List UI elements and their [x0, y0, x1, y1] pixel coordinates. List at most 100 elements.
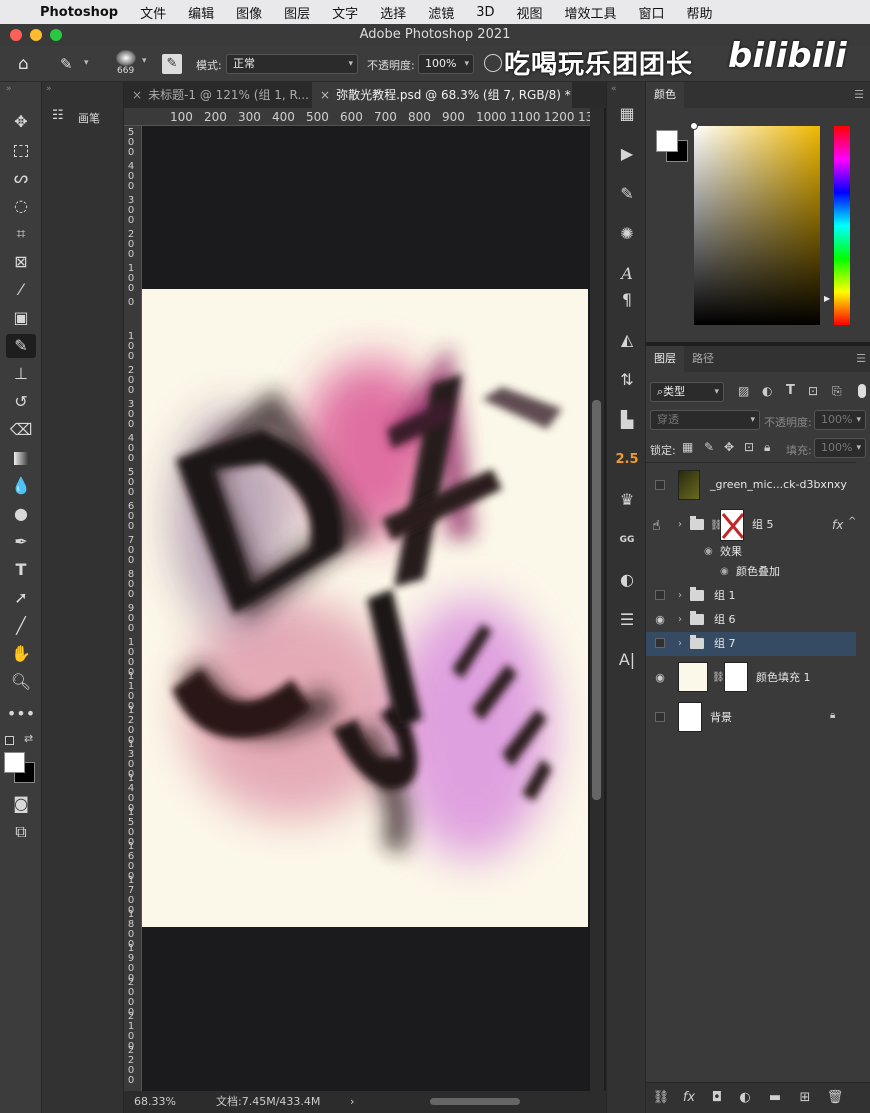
menu-layer[interactable]: 图层 — [284, 3, 310, 22]
filter-pixel-icon[interactable]: ▨ — [738, 384, 749, 398]
menu-select[interactable]: 选择 — [380, 3, 406, 22]
tab-close-icon[interactable]: × — [320, 88, 330, 102]
menu-image[interactable]: 图像 — [236, 3, 262, 22]
zoom-window-button[interactable] — [50, 29, 62, 41]
character-panel-icon[interactable]: A — [615, 262, 639, 286]
layer-row-color-overlay[interactable]: ◉ 颜色叠加 — [646, 560, 856, 584]
expand-chevron-icon[interactable]: › — [678, 608, 682, 632]
filter-adjustment-icon[interactable]: ◐ — [762, 384, 772, 398]
link-icon[interactable]: ⛓ — [712, 672, 725, 683]
lock-image-icon[interactable]: ✎ — [704, 440, 714, 454]
adjustments-panel-icon[interactable]: ◐ — [615, 568, 639, 592]
add-fx-icon[interactable]: fx — [680, 1089, 698, 1107]
foreground-color-swatch[interactable] — [4, 752, 25, 773]
history-brush-tool-icon[interactable]: ↺ — [6, 390, 36, 414]
histogram-panel-icon[interactable]: ♛ — [615, 488, 639, 512]
brush-preset-picker[interactable]: ✎ ▾ — [56, 52, 96, 76]
filter-shape-icon[interactable]: ⊡ — [808, 384, 818, 398]
layer-row-background[interactable]: 背景 🔒︎ — [646, 700, 856, 736]
hue-slider-handle[interactable]: ▶ — [824, 294, 830, 303]
expand-chevron-icon[interactable]: › — [678, 513, 682, 537]
panel-menu-icon[interactable]: ☰ — [854, 88, 864, 101]
stamp-tool-icon[interactable]: ⊥ — [6, 362, 36, 386]
tab-color[interactable]: 颜色 — [646, 82, 684, 108]
pressure-opacity-icon[interactable] — [484, 54, 502, 72]
color-picker-handle[interactable] — [690, 122, 698, 130]
visibility-toggle[interactable] — [655, 480, 665, 490]
menu-app-name[interactable]: Photoshop — [40, 5, 118, 20]
menu-filter[interactable]: 滤镜 — [428, 3, 454, 22]
marquee-tool-icon[interactable] — [6, 138, 36, 162]
tab-untitled[interactable]: × 未标题-1 @ 121% (组 1, R... — [124, 82, 310, 108]
zoom-level[interactable]: 68.33% — [134, 1091, 176, 1113]
layer-row-group-5[interactable]: ☝ › ⛓ 组 5 fx ^ — [646, 508, 856, 542]
brush-settings-icon[interactable]: ✎ — [162, 54, 182, 74]
lock-position-icon[interactable]: ✥ — [724, 440, 734, 454]
gg-panel-icon[interactable]: GG — [615, 528, 639, 552]
plugin-panel-icon[interactable]: ▙ — [615, 408, 639, 432]
layer-row-group-7[interactable]: › 组 7 — [646, 632, 856, 656]
expand-chevron-icon[interactable]: › — [678, 584, 682, 608]
layer-mask-thumbnail[interactable] — [724, 662, 748, 692]
filter-toggle-icon[interactable] — [858, 384, 866, 398]
fill-input[interactable]: 100% ▾ — [814, 438, 866, 458]
vertical-scroll-thumb[interactable] — [592, 400, 601, 800]
lock-transparent-icon[interactable]: ▦ — [682, 440, 693, 454]
zoom-tool-icon[interactable]: 🔍︎ — [6, 670, 36, 694]
menu-3d[interactable]: 3D — [476, 5, 494, 20]
horizontal-scroll-thumb[interactable] — [430, 1098, 520, 1105]
expand-icon[interactable]: » — [46, 84, 52, 94]
menu-edit[interactable]: 编辑 — [188, 3, 214, 22]
add-mask-icon[interactable]: ◘ — [708, 1089, 726, 1107]
eye-icon[interactable]: ◉ — [653, 614, 667, 626]
close-window-button[interactable] — [10, 29, 22, 41]
quick-mask-icon[interactable]: ◙ — [6, 792, 36, 816]
actions-panel-icon[interactable]: ▶ — [615, 142, 639, 166]
trash-icon[interactable]: 🗑︎ — [826, 1089, 844, 1107]
properties-panel-icon[interactable]: ☰ — [615, 608, 639, 632]
visibility-toggle[interactable] — [655, 712, 665, 722]
blur-tool-icon[interactable]: 💧 — [6, 474, 36, 498]
lasso-tool-icon[interactable]: ᔕ — [6, 166, 36, 190]
menu-type[interactable]: 文字 — [332, 3, 358, 22]
artboard[interactable] — [142, 289, 588, 927]
line-tool-icon[interactable]: ╱ — [6, 614, 36, 638]
brush-tool-icon[interactable]: ✎ — [6, 334, 36, 358]
hand-tool-icon[interactable]: ✋ — [6, 642, 36, 666]
lock-all-icon[interactable]: 🔒︎ — [764, 440, 770, 455]
tab-diffuse-light[interactable]: × 弥散光教程.psd @ 68.3% (组 7, RGB/8) * — [312, 82, 572, 108]
healing-brush-tool-icon[interactable]: ▣ — [6, 306, 36, 330]
menu-window[interactable]: 窗口 — [639, 3, 665, 22]
3d-panel-icon[interactable]: ◭ — [615, 328, 639, 352]
tab-close-icon[interactable]: × — [132, 88, 142, 102]
frame-tool-icon[interactable]: ⊠ — [6, 250, 36, 274]
screen-mode-icon[interactable]: ⧉ — [6, 820, 36, 844]
dodge-tool-icon[interactable]: ● — [6, 502, 36, 526]
glyphs-panel-icon[interactable]: ✺ — [615, 222, 639, 246]
crop-tool-icon[interactable]: ⌗ — [6, 222, 36, 246]
expand-chevron-icon[interactable]: › — [678, 632, 682, 656]
menu-plugins[interactable]: 增效工具 — [565, 3, 617, 22]
default-colors-icon[interactable] — [5, 736, 14, 745]
swap-colors-icon[interactable]: ⇄ — [24, 732, 33, 745]
tab-paths[interactable]: 路径 — [684, 346, 722, 372]
adjustment-layer-icon[interactable]: ◐ — [736, 1089, 754, 1107]
opacity-input[interactable]: 100% ▾ — [418, 54, 474, 74]
home-icon[interactable]: ⌂ — [18, 54, 29, 74]
collapse-effects-icon[interactable]: ^ — [848, 516, 856, 527]
collapse-icon[interactable]: « — [611, 84, 617, 94]
layer-opacity-input[interactable]: 100% ▾ — [814, 410, 866, 430]
fx-icon[interactable]: fx — [832, 518, 843, 532]
layer-filter-dropdown[interactable]: ⌕类型 ▾ — [650, 382, 724, 402]
move-tool-icon[interactable]: ✥ — [6, 110, 36, 134]
layer-row-group-1[interactable]: › 组 1 — [646, 584, 856, 608]
visibility-toggle[interactable] — [655, 590, 665, 600]
menu-file[interactable]: 文件 — [140, 3, 166, 22]
new-layer-icon[interactable]: ⊞ — [796, 1089, 814, 1107]
layer-row-smart-object[interactable]: _green_mic...ck-d3bxnxy — [646, 468, 856, 502]
quick-select-tool-icon[interactable]: ◌ — [6, 194, 36, 218]
collapse-icon[interactable]: » — [6, 84, 12, 94]
brush-settings-icon[interactable]: ☷ — [52, 108, 64, 123]
type-tool-icon[interactable]: T — [6, 558, 36, 582]
layer-mask-thumbnail[interactable] — [720, 509, 744, 541]
